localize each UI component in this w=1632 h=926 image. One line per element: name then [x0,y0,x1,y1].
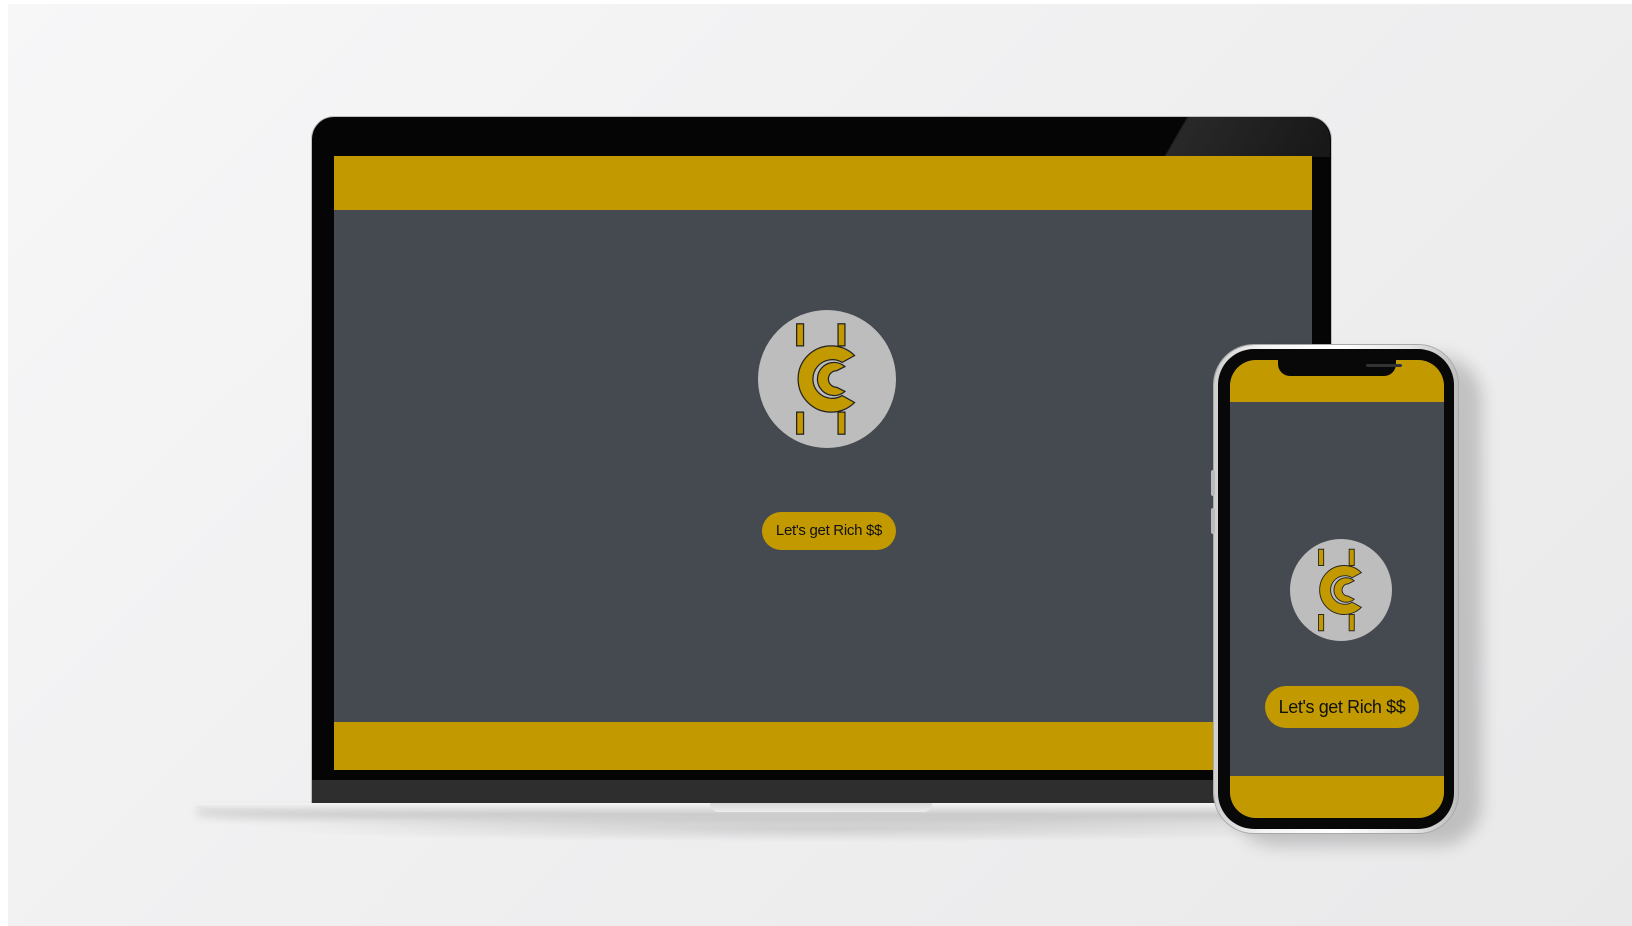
phone-cta-button[interactable]: Let's get Rich $$ [1265,686,1419,728]
phone-speaker [1366,364,1402,367]
phone-screen: Let's get Rich $$ [1230,360,1444,818]
laptop-chin [312,780,1331,803]
laptop-header-bar [334,156,1312,210]
laptop-screen: Let's get Rich $$ [334,156,1312,770]
laptop-lid-glare [1150,117,1330,157]
phone-volume-down-button [1211,508,1215,534]
laptop-opening-notch [710,803,932,812]
phone-footer-bar [1230,776,1444,818]
phone-notch [1278,360,1402,376]
crypto-coin-c-icon [1318,548,1363,632]
laptop-logo [758,310,896,448]
phone-logo [1290,539,1392,641]
crypto-coin-c-icon [796,323,856,435]
laptop-footer-bar [334,722,1312,770]
laptop-cta-button[interactable]: Let's get Rich $$ [762,512,896,550]
phone-volume-up-button [1211,470,1215,496]
